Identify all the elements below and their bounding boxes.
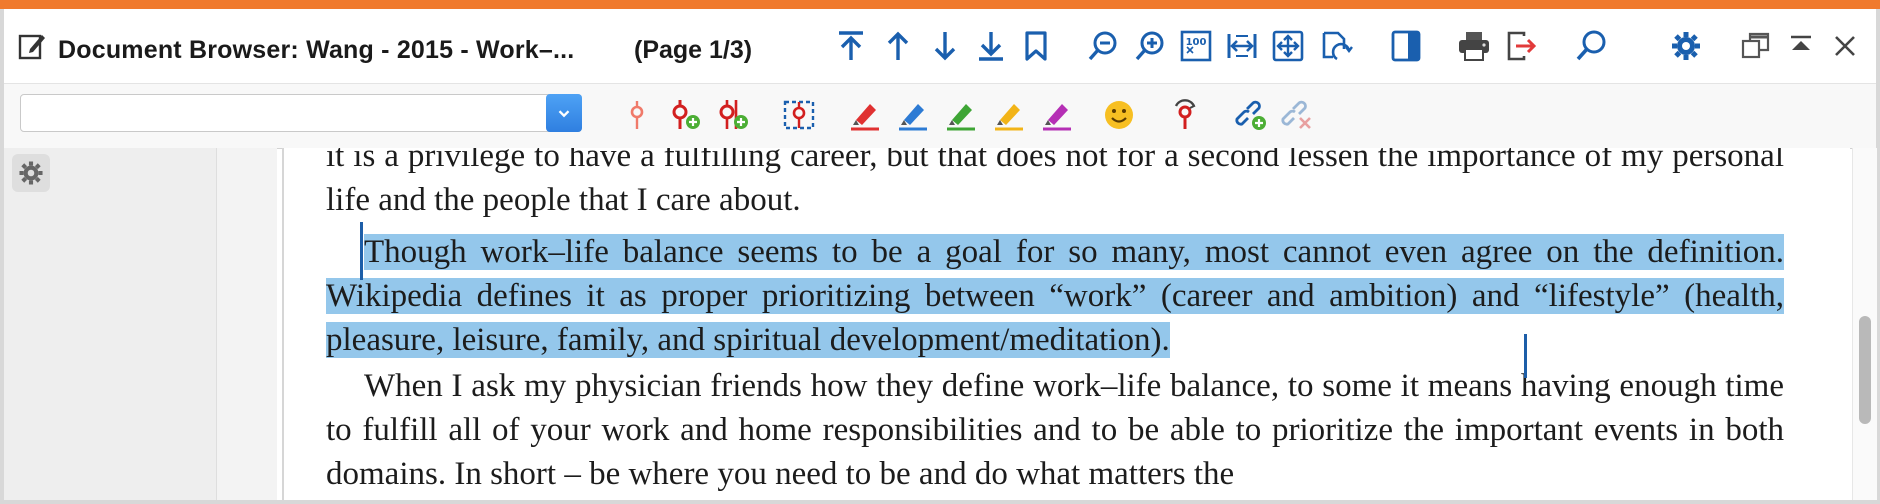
fit-width-icon[interactable] <box>1223 27 1261 65</box>
window-accent-bar <box>0 0 1880 9</box>
edit-document-icon[interactable] <box>18 31 46 61</box>
panel-settings-button[interactable] <box>12 154 50 192</box>
undock-window-icon[interactable] <box>1737 27 1775 65</box>
rotate-page-icon[interactable] <box>1317 27 1355 65</box>
code-search-combobox[interactable] <box>20 94 582 132</box>
last-page-icon[interactable] <box>972 27 1010 65</box>
select-region-icon[interactable] <box>780 96 818 134</box>
title-bar: Document Browser: Wang - 2015 - Work–...… <box>4 9 1876 83</box>
coding-toolbar <box>4 83 1876 149</box>
code-multi-add-icon[interactable] <box>714 96 752 134</box>
document-view[interactable]: it is a privilege to have a fulfilling c… <box>284 148 1850 500</box>
vertical-scrollbar[interactable] <box>1852 148 1877 500</box>
first-page-icon[interactable] <box>832 27 870 65</box>
code-pin-add-icon[interactable] <box>666 96 704 134</box>
selection-end-handle[interactable] <box>1524 334 1527 378</box>
selection-start-handle[interactable] <box>360 222 363 280</box>
link-remove-icon[interactable] <box>1278 96 1316 134</box>
chevron-down-icon[interactable] <box>546 94 582 132</box>
paragraph-3: When I ask my physician friends how they… <box>326 368 1784 492</box>
left-panel <box>4 148 216 500</box>
recent-code-icon[interactable] <box>1166 96 1204 134</box>
bookmark-icon[interactable] <box>1017 27 1055 65</box>
svg-text:100: 100 <box>1186 37 1207 48</box>
emoji-icon[interactable] <box>1100 96 1138 134</box>
code-pin-icon[interactable] <box>618 96 656 134</box>
settings-gear-icon[interactable] <box>1667 27 1705 65</box>
window-title: Document Browser: Wang - 2015 - Work–... <box>58 36 575 64</box>
print-icon[interactable] <box>1455 27 1493 65</box>
fit-page-icon[interactable] <box>1269 27 1307 65</box>
blue-highlighter-icon[interactable] <box>894 96 932 134</box>
purple-highlighter-icon[interactable] <box>1038 96 1076 134</box>
next-page-icon[interactable] <box>926 27 964 65</box>
zoom-out-icon[interactable] <box>1084 27 1122 65</box>
link-add-icon[interactable] <box>1232 96 1270 134</box>
close-icon[interactable] <box>1826 27 1864 65</box>
green-highlighter-icon[interactable] <box>942 96 980 134</box>
margin-strip <box>216 148 277 500</box>
yellow-highlighter-icon[interactable] <box>990 96 1028 134</box>
paragraph-1: it is a privilege to have a fulfilling c… <box>326 148 1784 218</box>
search-icon[interactable] <box>1572 27 1610 65</box>
export-icon[interactable] <box>1502 27 1540 65</box>
scrollbar-thumb[interactable] <box>1859 316 1871 424</box>
zoom-in-icon[interactable] <box>1131 27 1169 65</box>
previous-page-icon[interactable] <box>879 27 917 65</box>
collapse-icon[interactable] <box>1782 27 1820 65</box>
page-indicator: (Page 1/3) <box>634 36 753 64</box>
gear-icon <box>19 161 43 185</box>
red-highlighter-icon[interactable] <box>846 96 884 134</box>
sidebar-toggle-icon[interactable] <box>1387 27 1425 65</box>
selected-text[interactable]: Though work–life balance seems to be a g… <box>326 234 1784 358</box>
zoom-100-icon[interactable]: 100 <box>1177 27 1215 65</box>
paragraph-2[interactable]: Though work–life balance seems to be a g… <box>326 230 1784 362</box>
